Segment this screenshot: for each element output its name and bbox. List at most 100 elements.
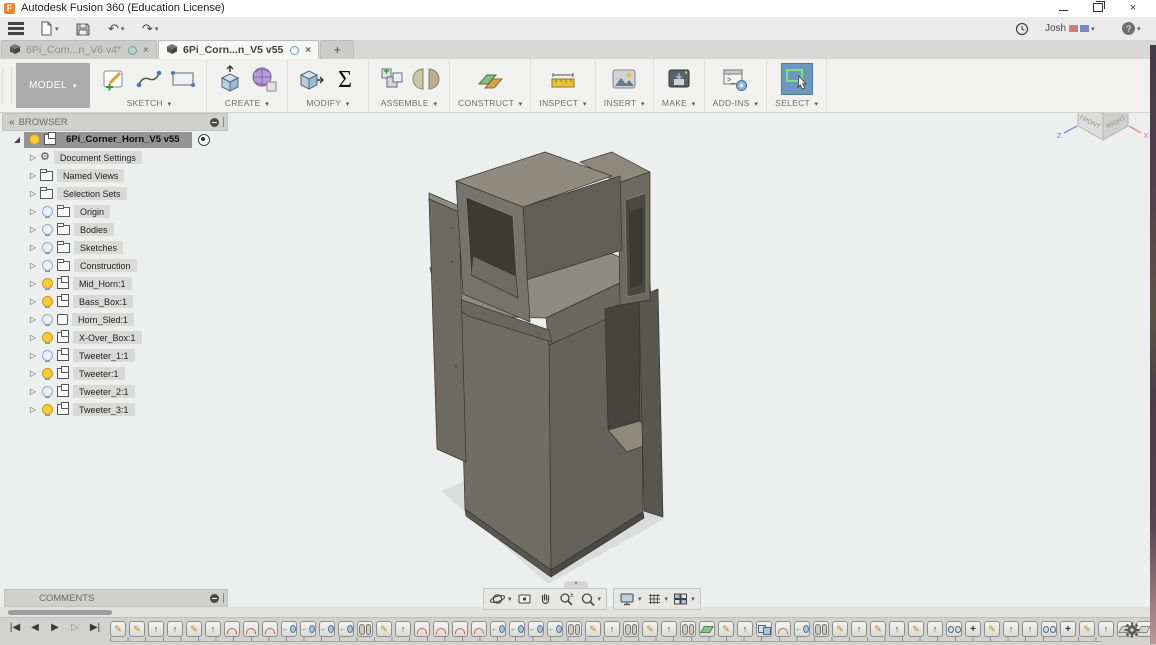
3d-print-tool-button[interactable]: [664, 64, 694, 94]
ribbon-group-label[interactable]: ASSEMBLE ▾: [381, 98, 438, 108]
ribbon-group-label[interactable]: CONSTRUCT ▾: [458, 98, 522, 108]
timeline-feature-asbuilt-joint[interactable]: ←: [547, 621, 563, 637]
browser-root-row[interactable]: ◢6Pi_Corner_Horn_V5 v55: [10, 131, 210, 148]
ribbon-group-label[interactable]: SELECT ▾: [775, 98, 818, 108]
insert-image-tool-button[interactable]: [609, 64, 639, 94]
browser-item-label[interactable]: 6Pi_Corner_Horn_V5 v55: [60, 133, 186, 147]
timeline-feature-combine[interactable]: [756, 621, 772, 637]
timeline-feature-sketch[interactable]: ✎: [908, 621, 924, 637]
maximize-button[interactable]: [1083, 0, 1113, 17]
visibility-bulb-icon[interactable]: [42, 350, 53, 361]
expand-triangle-icon[interactable]: ▷: [26, 207, 40, 216]
visibility-bulb-icon[interactable]: [42, 296, 53, 307]
visibility-bulb-icon[interactable]: [42, 260, 53, 271]
expand-triangle-icon[interactable]: ▷: [26, 243, 40, 252]
parameters-tool-button[interactable]: Σ: [330, 64, 360, 94]
document-tab-2[interactable]: 6Pi_Corn...n_V5 v55×: [158, 40, 319, 59]
navbar-collapse-handle[interactable]: ▾: [564, 581, 588, 588]
activate-component-radio[interactable]: [198, 134, 210, 146]
timeline-feature-asbuilt-joint[interactable]: ←: [794, 621, 810, 637]
timeline-feature-extrude[interactable]: ↑: [1003, 621, 1019, 637]
orbit-button[interactable]: ▾: [487, 590, 514, 608]
expand-triangle-icon[interactable]: ▷: [26, 171, 40, 180]
timeline-feature-sketch[interactable]: ✎: [376, 621, 392, 637]
timeline-feature-extrude[interactable]: ↑: [851, 621, 867, 637]
expand-triangle-icon[interactable]: ▷: [26, 225, 40, 234]
visibility-bulb-icon[interactable]: [42, 386, 53, 397]
browser-item-label[interactable]: Tweeter:1: [73, 367, 125, 380]
expand-triangle-icon[interactable]: ▷: [26, 387, 40, 396]
browser-row-named-views[interactable]: ▷Named Views: [26, 167, 124, 184]
browser-row-tweeter-1-1[interactable]: ▷ Tweeter_1:1: [26, 347, 135, 364]
visibility-bulb-icon[interactable]: [42, 206, 53, 217]
timeline-feature-fillet[interactable]: [414, 621, 430, 637]
timeline-go-to-end-button[interactable]: ▶|: [86, 622, 104, 633]
browser-item-label[interactable]: Tweeter_3:1: [73, 403, 135, 416]
browser-item-label[interactable]: Selection Sets: [57, 187, 127, 200]
user-account-menu[interactable]: Josh ▾: [1045, 20, 1095, 37]
expand-triangle-icon[interactable]: ▷: [26, 153, 40, 162]
timeline-feature-plane[interactable]: [699, 621, 715, 637]
browser-row-mid-horn-1[interactable]: ▷ Mid_Horn:1: [26, 275, 132, 292]
visibility-bulb-icon[interactable]: [42, 242, 53, 253]
browser-item-label[interactable]: Mid_Horn:1: [73, 277, 132, 290]
press-pull-tool-button[interactable]: [296, 64, 326, 94]
timeline-feature-joint[interactable]: [357, 621, 373, 637]
timeline-feature-sketch[interactable]: ✎: [718, 621, 734, 637]
tab-close-icon[interactable]: ×: [143, 45, 149, 56]
expand-triangle-icon[interactable]: ▷: [26, 189, 40, 198]
timeline-feature-sketch[interactable]: ✎: [984, 621, 1000, 637]
panel-resize-grip[interactable]: [223, 117, 224, 127]
timeline-feature-joint[interactable]: [813, 621, 829, 637]
timeline-feature-extrude[interactable]: ↑: [927, 621, 943, 637]
timeline-feature-extrude[interactable]: ↑: [395, 621, 411, 637]
collapse-panel-icon[interactable]: «: [9, 117, 13, 128]
timeline-feature-extrude[interactable]: ↑: [1098, 621, 1114, 637]
browser-row-tweeter-2-1[interactable]: ▷ Tweeter_2:1: [26, 383, 135, 400]
browser-item-label[interactable]: Document Settings: [54, 151, 142, 164]
look-at-button[interactable]: [514, 590, 535, 608]
browser-item-label[interactable]: Origin: [74, 205, 110, 218]
timeline-feature-move[interactable]: +: [965, 621, 981, 637]
redo-button[interactable]: ↷▾: [142, 20, 158, 37]
comments-panel-header[interactable]: COMMENTS: [4, 589, 228, 607]
browser-item-label[interactable]: X-Over_Box:1: [73, 331, 142, 344]
browser-item-label[interactable]: Tweeter_2:1: [73, 385, 135, 398]
expand-triangle-icon[interactable]: ▷: [26, 279, 40, 288]
browser-row-selection-sets[interactable]: ▷ Selection Sets: [26, 185, 127, 202]
timeline-feature-sketch[interactable]: ✎: [870, 621, 886, 637]
timeline-feature-extrude[interactable]: ↑: [148, 621, 164, 637]
timeline-feature-copy[interactable]: [1041, 621, 1057, 637]
visibility-bulb-icon[interactable]: [42, 332, 53, 343]
timeline-feature-sketch[interactable]: ✎: [1079, 621, 1095, 637]
timeline-feature-sketch[interactable]: ✎: [585, 621, 601, 637]
timeline-settings-button[interactable]: [1124, 622, 1140, 643]
timeline-feature-asbuilt-joint[interactable]: ←: [281, 621, 297, 637]
timeline-feature-asbuilt-joint[interactable]: ←: [338, 621, 354, 637]
timeline-feature-extrude[interactable]: ↑: [205, 621, 221, 637]
browser-row-document-settings[interactable]: ▷⚙Document Settings: [26, 149, 142, 166]
expand-triangle-icon[interactable]: ▷: [26, 351, 40, 360]
visibility-bulb-icon[interactable]: [42, 404, 53, 415]
timeline-play-button[interactable]: ▶: [46, 622, 64, 633]
ribbon-group-label[interactable]: ADD-INS ▾: [713, 98, 759, 108]
zoom-button[interactable]: ±: [556, 590, 577, 608]
expand-triangle-icon[interactable]: ▷: [26, 369, 40, 378]
ribbon-group-label[interactable]: CREATE ▾: [225, 98, 269, 108]
display-settings-button[interactable]: ▾: [617, 590, 644, 608]
timeline-feature-sketch[interactable]: ✎: [186, 621, 202, 637]
expand-triangle-icon[interactable]: ▷: [26, 297, 40, 306]
grid-settings-button[interactable]: ▾: [644, 590, 671, 608]
browser-row-origin[interactable]: ▷ Origin: [26, 203, 110, 220]
timeline-step-back-button[interactable]: ◀: [26, 622, 44, 633]
extrude-tool-button[interactable]: [215, 64, 245, 94]
browser-item-label[interactable]: Tweeter_1:1: [73, 349, 135, 362]
tab-close-icon[interactable]: ×: [305, 45, 311, 56]
browser-row-bodies[interactable]: ▷Bodies: [26, 221, 114, 238]
expand-triangle-icon[interactable]: ▷: [26, 315, 40, 324]
timeline-feature-sketch[interactable]: ✎: [642, 621, 658, 637]
ribbon-drag-handle[interactable]: [2, 67, 12, 104]
browser-item-label[interactable]: Horn_Sled:1: [72, 313, 134, 326]
help-menu[interactable]: ? ▾: [1122, 20, 1141, 37]
timeline-feature-extrude[interactable]: ↑: [604, 621, 620, 637]
